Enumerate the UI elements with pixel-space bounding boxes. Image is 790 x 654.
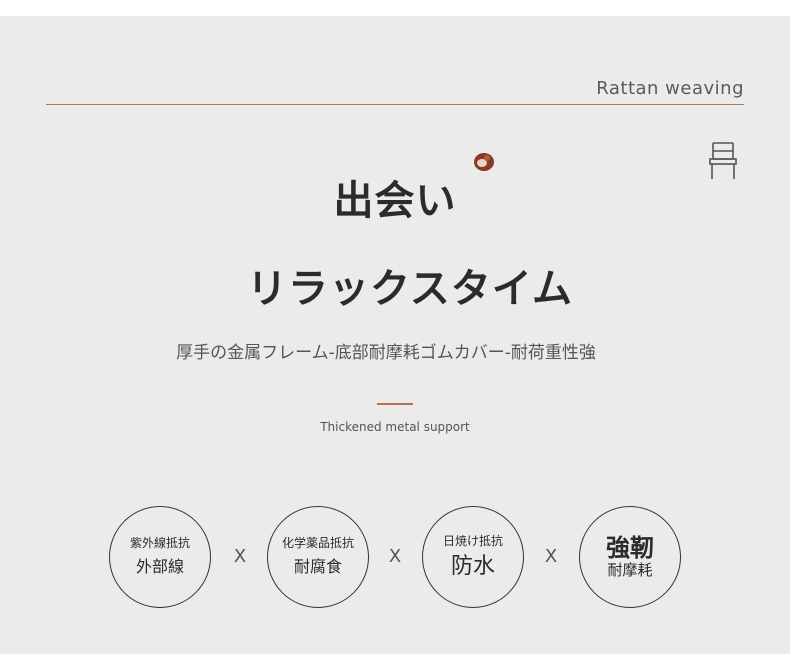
badge-top-text: 日焼け抵抗: [442, 534, 503, 548]
badge-chemical-resistance: 化学薬品抵抗 耐腐食: [267, 506, 369, 608]
badge-main-text: 防水: [450, 554, 495, 579]
separator-x: X: [544, 546, 558, 567]
content-panel: Rattan weaving 出会い リラックスタイム 厚手の金属フレーム-底部…: [0, 16, 790, 654]
brand-label: Rattan weaving: [596, 78, 744, 99]
badge-top-text: 紫外線抵抗: [129, 536, 190, 550]
separator-x: X: [233, 546, 247, 567]
headline-line-2: リラックスタイム: [247, 266, 573, 312]
feature-subtitle: 厚手の金属フレーム-底部耐摩耗ゴムカバー-耐荷重性強: [176, 343, 596, 363]
brand-divider: [46, 104, 744, 105]
badge-top-text: 強靭: [606, 534, 654, 562]
separator-x: X: [388, 546, 402, 567]
support-caption: Thickened metal support: [320, 420, 470, 434]
badge-uv-resistance: 紫外線抵抗 外部線: [109, 506, 211, 608]
badge-main-text: 外部線: [135, 557, 184, 576]
badge-main-text: 耐腐食: [293, 557, 342, 576]
accent-divider: [377, 403, 413, 405]
badge-top-text: 化学薬品抵抗: [281, 536, 354, 550]
badge-toughness: 強靭 耐摩耗: [579, 506, 681, 608]
headline-line-1: 出会い: [333, 178, 457, 224]
badge-main-text: 耐摩耗: [607, 561, 653, 579]
badge-sun-resistance: 日焼け抵抗 防水: [422, 506, 524, 608]
